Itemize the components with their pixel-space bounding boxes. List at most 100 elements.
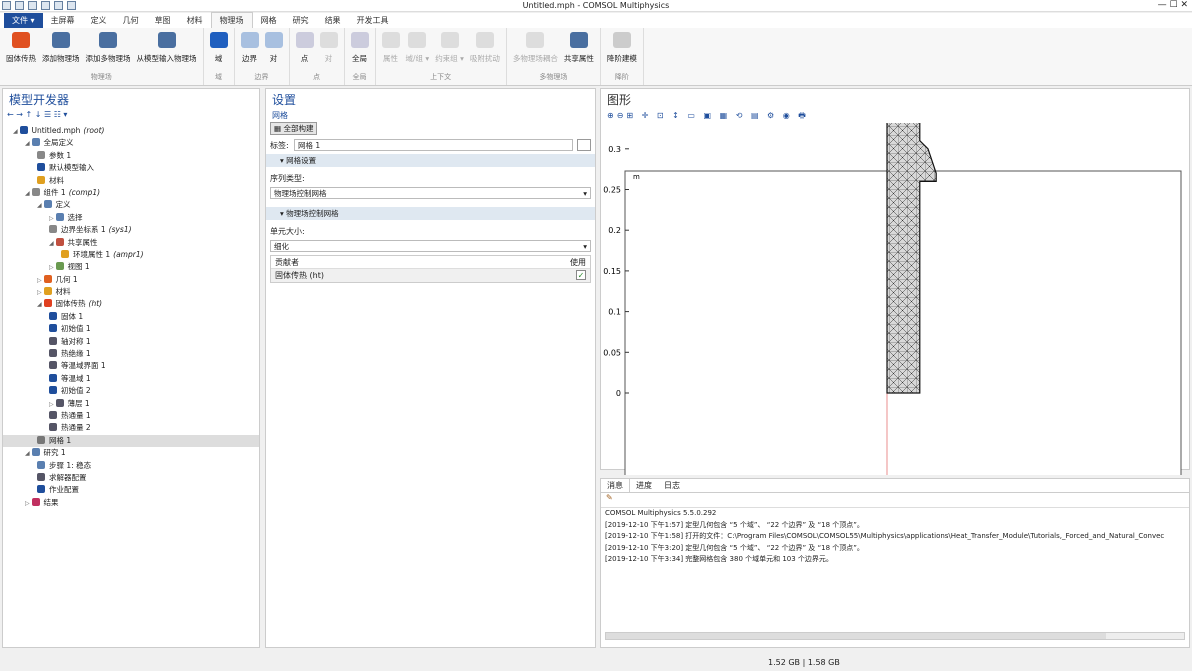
tree-node[interactable]: 等温域 1: [3, 373, 259, 385]
mesh-plot[interactable]: -0.3-0.25-0.2-0.15-0.1-0.0500.050.10.150…: [601, 123, 1189, 475]
tree-node[interactable]: 初始值 1: [3, 323, 259, 335]
tree-node-icon: [55, 212, 64, 221]
expand-arrow-icon[interactable]: ◢: [13, 128, 20, 135]
section-physics-mesh[interactable]: ▾ 物理场控制网格: [266, 207, 595, 220]
expand-arrow-icon[interactable]: ◢: [25, 190, 32, 197]
tree-node[interactable]: 热通量 1: [3, 410, 259, 422]
tree-node[interactable]: 步骤 1: 稳态: [3, 460, 259, 472]
sequence-type-select[interactable]: 物理场控制网格 ▾: [270, 187, 591, 199]
ribbon-group-label: 全局: [352, 73, 367, 81]
tree-node[interactable]: ▷ 选择: [3, 212, 259, 224]
tree-toolbar[interactable]: ← → ↑ ↓ ☰ ☷ ▾: [3, 110, 259, 122]
ribbon-button-0-0[interactable]: 固体传热: [3, 28, 39, 72]
ribbon-button-3-1[interactable]: 对: [317, 28, 341, 72]
tree-node-label: 视图 1: [67, 262, 90, 272]
ribbon-button-4-0[interactable]: 全局: [348, 28, 372, 72]
use-checkbox[interactable]: ✓: [576, 270, 586, 280]
ribbon-button-6-0[interactable]: 多物理场耦合: [510, 28, 561, 72]
table-row[interactable]: 固体传热 (ht) ✓: [271, 269, 590, 282]
tree-node-icon: [37, 435, 45, 444]
tree-node[interactable]: 边界坐标系 1 (sys1): [3, 224, 259, 236]
message-tab-1[interactable]: 进度: [630, 479, 658, 492]
ribbon-button-3-0[interactable]: 点: [293, 28, 317, 72]
element-size-select[interactable]: 细化 ▾: [270, 240, 591, 252]
tab-8[interactable]: 研究: [285, 13, 317, 28]
tree-node[interactable]: ▷ 薄层 1: [3, 398, 259, 410]
window-controls[interactable]: — ☐ ✕: [1158, 0, 1188, 10]
section-mesh-settings[interactable]: ▾ 网格设置: [266, 154, 595, 167]
horizontal-scrollbar[interactable]: [605, 632, 1185, 640]
tree-node[interactable]: 求解器配置: [3, 472, 259, 484]
tree-node[interactable]: ◢ Untitled.mph (root): [3, 125, 259, 137]
expand-arrow-icon[interactable]: ◢: [49, 240, 56, 247]
tab-4[interactable]: 草图: [147, 13, 179, 28]
tree-node[interactable]: 初始值 2: [3, 385, 259, 397]
tab-0[interactable]: 文件 ▾: [4, 13, 43, 28]
tree-node[interactable]: ◢ 共享属性: [3, 237, 259, 249]
tree-node[interactable]: 固体 1: [3, 311, 259, 323]
tree-node[interactable]: ◢ 全局定义: [3, 137, 259, 149]
expand-arrow-icon[interactable]: ▷: [49, 264, 56, 271]
ribbon-button-0-2[interactable]: 添加多物理场: [83, 28, 134, 72]
tab-2[interactable]: 定义: [83, 13, 115, 28]
expand-arrow-icon[interactable]: ▷: [49, 401, 56, 408]
graphics-toolbar[interactable]: ⊕⊖⊞ ✛ ⊡ ↕ ▭ ▣ ▦ ⟲ ▤ ⚙ ◉ 🖶: [601, 110, 1189, 123]
tree-node[interactable]: ▷ 视图 1: [3, 261, 259, 273]
tree-node[interactable]: ◢ 固体传热 (ht): [3, 298, 259, 310]
label-input[interactable]: 网格 1: [294, 139, 573, 151]
label-edit-icon[interactable]: [577, 139, 591, 151]
tab-3[interactable]: 几何: [115, 13, 147, 28]
tab-1[interactable]: 主屏幕: [43, 13, 83, 28]
expand-arrow-icon[interactable]: ◢: [37, 301, 44, 308]
tab-10[interactable]: 开发工具: [349, 13, 397, 28]
tree-node[interactable]: 环境属性 1 (ampr1): [3, 249, 259, 261]
tree-node[interactable]: 默认模型输入: [3, 162, 259, 174]
ribbon-button-2-0[interactable]: 边界: [238, 28, 262, 72]
tab-5[interactable]: 材料: [179, 13, 211, 28]
tree-node[interactable]: ◢ 定义: [3, 199, 259, 211]
ribbon-button-5-2[interactable]: 约束组 ▾: [432, 28, 467, 72]
ribbon-button-2-1[interactable]: 对: [262, 28, 286, 72]
tree-node[interactable]: 等温域界面 1: [3, 360, 259, 372]
ribbon-button-6-1[interactable]: 共享属性: [561, 28, 597, 72]
ribbon-button-5-1[interactable]: 域/组 ▾: [403, 28, 433, 72]
expand-arrow-icon[interactable]: ◢: [37, 202, 44, 209]
build-all-button[interactable]: ▦ 全部构建: [270, 122, 318, 135]
sequence-type-caption: 序列类型:: [270, 174, 305, 183]
ribbon-button-5-0[interactable]: 属性: [379, 28, 403, 72]
tree-node[interactable]: 热通量 2: [3, 422, 259, 434]
expand-arrow-icon[interactable]: ▷: [37, 289, 44, 296]
ribbon-tabs: 文件 ▾ 主屏幕 定义 几何 草图 材料 物理场 网格 研究 结果 开发工具: [0, 12, 1192, 28]
tree-node[interactable]: 网格 1: [3, 434, 259, 448]
expand-arrow-icon[interactable]: ▷: [37, 277, 44, 284]
tree-node[interactable]: 材料: [3, 175, 259, 187]
ribbon-button-0-3[interactable]: 从模型输入物理场: [134, 28, 200, 72]
tab-9[interactable]: 结果: [317, 13, 349, 28]
tab-7[interactable]: 网格: [253, 13, 285, 28]
expand-arrow-icon[interactable]: ▷: [49, 215, 56, 222]
tab-6[interactable]: 物理场: [210, 12, 253, 28]
expand-arrow-icon[interactable]: ◢: [25, 450, 32, 457]
tree-node[interactable]: ▷ 几何 1: [3, 274, 259, 286]
tree-node[interactable]: ◢ 组件 1 (comp1): [3, 187, 259, 199]
tree-node[interactable]: ◢ 研究 1: [3, 447, 259, 459]
tree-node[interactable]: ▷ 材料: [3, 286, 259, 298]
ribbon-button-0-1[interactable]: 添加物理场: [39, 28, 83, 72]
tree-node-label: 作业配置: [49, 485, 79, 495]
tree-node[interactable]: 轴对称 1: [3, 336, 259, 348]
clear-icon[interactable]: ✎: [601, 493, 1189, 507]
tree-node[interactable]: 热绝缘 1: [3, 348, 259, 360]
ribbon-icon: [319, 32, 338, 48]
tree-node[interactable]: 参数 1: [3, 150, 259, 162]
ribbon-button-1-0[interactable]: 域: [207, 28, 231, 72]
message-tab-0[interactable]: 消息: [601, 479, 630, 492]
tree-node[interactable]: ▷ 结果: [3, 497, 259, 509]
ribbon-icon: [381, 32, 400, 48]
expand-arrow-icon[interactable]: ◢: [25, 140, 32, 147]
ribbon-button-7-0[interactable]: 降阶建模: [604, 28, 640, 72]
expand-arrow-icon[interactable]: ▷: [25, 500, 32, 507]
ribbon-icon: [51, 32, 70, 48]
ribbon-button-5-3[interactable]: 吸附扰动: [467, 28, 503, 72]
tree-node[interactable]: 作业配置: [3, 484, 259, 496]
message-tab-2[interactable]: 日志: [658, 479, 686, 492]
